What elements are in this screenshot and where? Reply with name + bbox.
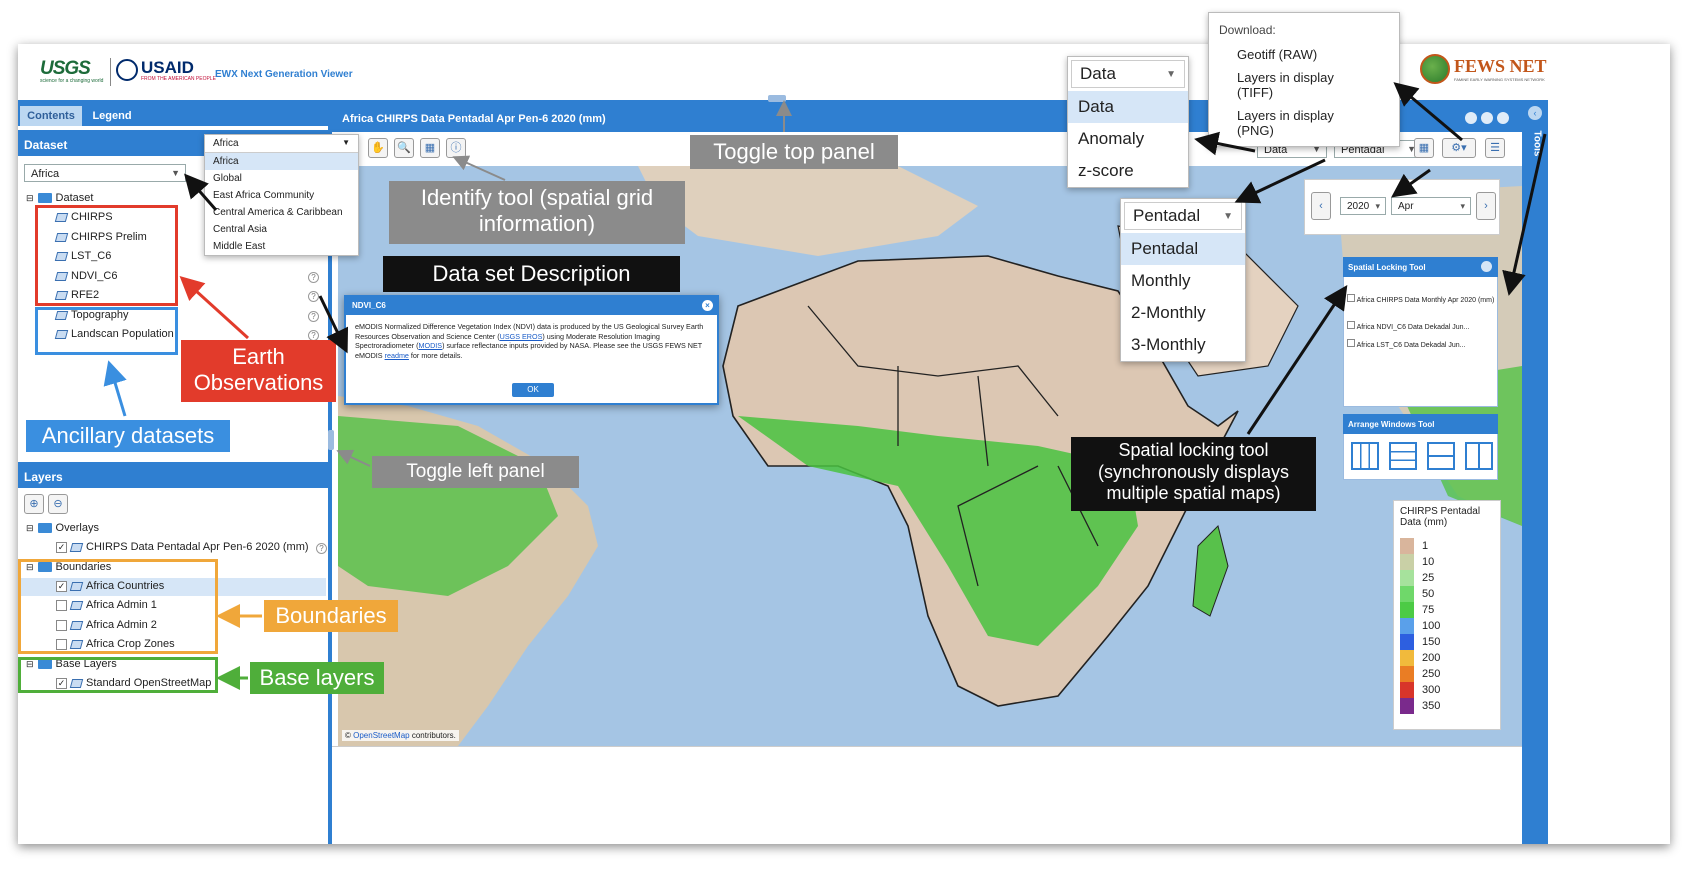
arrow-ancillary	[103, 360, 127, 417]
arrow-date	[1391, 168, 1431, 198]
arrow-tools-tab	[1502, 133, 1547, 296]
arrow-toggle-left	[336, 449, 371, 467]
arrow-download	[1393, 82, 1463, 142]
arrow-spatial-lock	[1246, 285, 1348, 435]
arrow-description	[318, 295, 349, 354]
arrow-period	[1234, 158, 1326, 204]
arrow-earth-obs	[179, 275, 250, 340]
arrow-data-type	[1194, 131, 1256, 156]
annotation-arrows	[103, 82, 1547, 690]
arrow-region-dropdown	[184, 173, 218, 211]
arrow-identify	[452, 155, 506, 181]
